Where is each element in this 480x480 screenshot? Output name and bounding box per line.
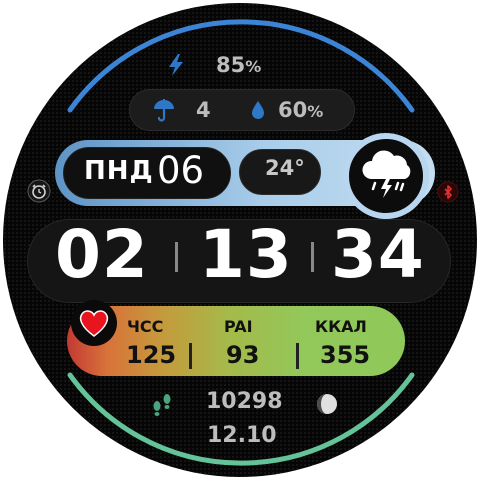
health-separator [189, 343, 192, 369]
water-drop-icon [247, 98, 269, 122]
thunderstorm-cloud-icon [357, 145, 417, 201]
alarm-clock-icon[interactable] [27, 179, 51, 203]
temperature-value: 24° [265, 156, 305, 180]
lightning-icon [163, 52, 189, 78]
steps-value: 10298 [206, 389, 283, 414]
humidity-value: 60% [278, 98, 324, 122]
pai-value: 93 [226, 341, 260, 369]
date-value: 12.10 [207, 423, 277, 448]
time-separator [311, 242, 314, 272]
moon-phase-icon [315, 392, 339, 416]
bluetooth-icon[interactable] [437, 181, 459, 203]
time-separator [175, 242, 178, 272]
heart-icon [77, 308, 111, 338]
footsteps-icon [150, 391, 174, 417]
rain-chance-value: 4 [196, 98, 211, 122]
time-minutes: 13 [199, 216, 293, 293]
pai-label: PAI [224, 317, 253, 336]
time-hours: 02 [55, 216, 149, 293]
day-value: 06 [157, 149, 205, 192]
umbrella-icon [151, 97, 177, 123]
calories-value: 355 [320, 341, 371, 369]
health-separator [296, 343, 299, 369]
battery-value: 85% [216, 53, 262, 77]
weekday-label: ПНД [84, 156, 154, 186]
watch-face: 85% 4 60% ПНД 06 24° 02 13 34 ЧСС 125 PA… [3, 3, 477, 477]
heart-rate-label: ЧСС [127, 317, 164, 336]
calories-label: ККАЛ [315, 317, 367, 336]
time-seconds: 34 [331, 216, 425, 293]
heart-rate-value: 125 [126, 341, 177, 369]
